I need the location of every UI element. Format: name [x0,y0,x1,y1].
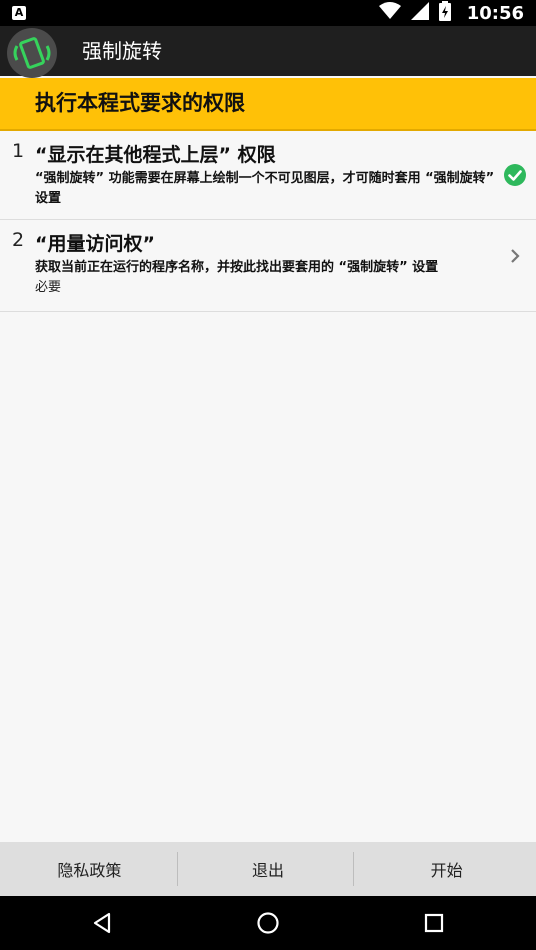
banner-title: 执行本程式要求的权限 [35,91,245,115]
permission-number: 2 [12,229,25,251]
permission-title: “用量访问权” [35,233,155,255]
navigation-bar [0,896,536,950]
signal-icon [410,2,429,24]
permission-description: 获取当前正在运行的程序名称，并按此找出要套用的 “强制旋转” 设置 [35,260,439,275]
permissions-banner: 执行本程式要求的权限 [0,78,536,131]
start-button[interactable]: 开始 [357,842,536,896]
permission-number: 1 [12,140,25,162]
recents-icon[interactable] [404,896,464,950]
rotate-screen-icon [7,28,57,78]
button-divider [353,852,354,886]
permission-required-note: 必要 [35,280,62,295]
privacy-policy-button[interactable]: 隐私政策 [0,842,179,896]
permission-item-usage-access[interactable]: 2 “用量访问权” 获取当前正在运行的程序名称，并按此找出要套用的 “强制旋转”… [0,220,536,312]
battery-icon [438,1,451,25]
permission-title: “显示在其他程式上层” 权限 [35,144,276,166]
bottom-button-bar: 隐私政策 退出 开始 [0,842,536,896]
app-bar: 强制旋转 [0,26,536,78]
app-title: 强制旋转 [82,39,162,63]
back-icon[interactable] [72,896,132,950]
exit-button[interactable]: 退出 [179,842,358,896]
notification-app-icon: A [12,6,26,20]
check-circle-icon [503,163,527,187]
chevron-right-icon [508,247,522,265]
home-icon[interactable] [238,896,298,950]
permission-item-overlay[interactable]: 1 “显示在其他程式上层” 权限 “强制旋转” 功能需要在屏幕上绘制一个不可见图… [0,131,536,220]
status-icons: 10:56 [378,0,524,26]
button-divider [177,852,178,886]
wifi-icon [378,2,401,24]
permission-list: 1 “显示在其他程式上层” 权限 “强制旋转” 功能需要在屏幕上绘制一个不可见图… [0,131,536,312]
status-bar: A 10:56 [0,0,536,26]
clock: 10:56 [466,2,524,24]
permission-description: “强制旋转” 功能需要在屏幕上绘制一个不可见图层，才可随时套用 “强制旋转” 设… [35,171,495,206]
